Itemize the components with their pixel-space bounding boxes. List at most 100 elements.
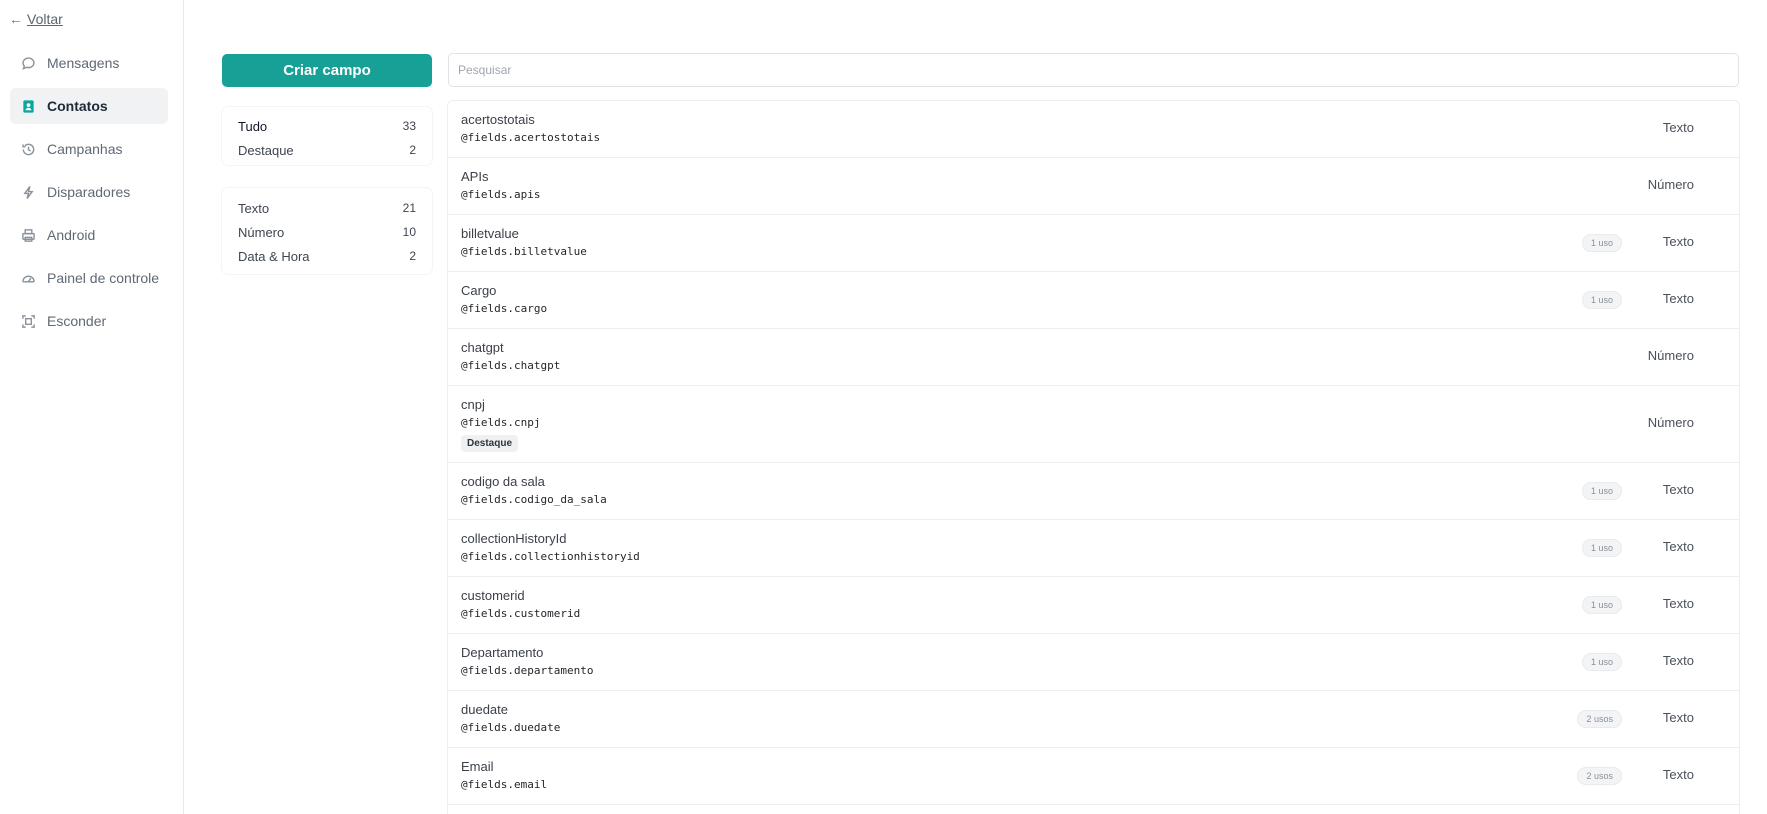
sidebar-item-esconder[interactable]: Esconder: [10, 303, 168, 339]
filter-label: Data & Hora: [238, 248, 310, 264]
search-input[interactable]: [448, 53, 1739, 87]
filter-count: 2: [409, 249, 416, 263]
field-name: Departamento: [461, 645, 544, 660]
table-row[interactable]: billetvalue @fields.billetvalue 1 uso Te…: [448, 215, 1739, 272]
field-type: Número: [1647, 415, 1694, 430]
field-name: Email: [461, 759, 494, 774]
field-type: Texto: [1662, 291, 1694, 306]
table-row[interactable]: cnpj @fields.cnpj Destaque Número: [448, 386, 1739, 463]
sidebar-item-painel-de-controle[interactable]: Painel de controle: [10, 260, 168, 296]
field-name: acertostotais: [461, 112, 535, 127]
field-type: Número: [1647, 177, 1694, 192]
field-key: @fields.departamento: [461, 664, 594, 677]
filter-group-types: Texto 21 Número 10 Data & Hora 2: [222, 188, 432, 274]
field-key: @fields.customerid: [461, 607, 581, 620]
field-type: Texto: [1662, 596, 1694, 611]
field-name: chatgpt: [461, 340, 504, 355]
field-key: @fields.duedate: [461, 721, 561, 734]
usage-badge: 1 uso: [1581, 539, 1622, 557]
sidebar-item-campanhas[interactable]: Campanhas: [10, 131, 168, 167]
table-row[interactable]: Cargo @fields.cargo 1 uso Texto: [448, 272, 1739, 329]
field-name: duedate: [461, 702, 508, 717]
create-field-button[interactable]: Criar campo: [222, 54, 432, 87]
printer-device-icon: [20, 227, 36, 243]
field-type: Texto: [1662, 120, 1694, 135]
usage-badge: 2 usos: [1577, 710, 1622, 728]
sidebar-nav: Mensagens Contatos Campanhas Disparadore…: [10, 45, 168, 346]
field-key: @fields.email: [461, 778, 548, 791]
contact-card-icon: [20, 98, 36, 114]
sidebar-item-label: Painel de controle: [47, 270, 160, 286]
sidebar-item-contatos[interactable]: Contatos: [10, 88, 168, 124]
back-link[interactable]: ← Voltar: [9, 11, 63, 27]
field-name: cnpj: [461, 397, 485, 412]
highlight-tag: Destaque: [461, 435, 519, 452]
sidebar-item-android[interactable]: Android: [10, 217, 168, 253]
field-type: Texto: [1662, 539, 1694, 554]
table-row[interactable]: Departamento @fields.departamento 1 uso …: [448, 634, 1739, 691]
field-type: Número: [1647, 348, 1694, 363]
field-key: @fields.cnpj: [461, 416, 541, 429]
usage-badge: 2 usos: [1577, 767, 1622, 785]
field-key: @fields.acertostotais: [461, 131, 601, 144]
sidebar-item-mensagens[interactable]: Mensagens: [10, 45, 168, 81]
filter-label: Tudo: [238, 118, 268, 134]
usage-badge: 1 uso: [1581, 596, 1622, 614]
usage-badge: 1 uso: [1581, 482, 1622, 500]
filter-count: 21: [402, 201, 416, 215]
filter-item-numero[interactable]: Número 10: [238, 220, 416, 244]
filter-item-texto[interactable]: Texto 21: [238, 196, 416, 220]
filter-group-highlights: Tudo 33 Destaque 2: [222, 107, 432, 165]
field-key: @fields.collectionhistoryid: [461, 550, 640, 563]
table-row[interactable]: chatgpt @fields.chatgpt Número: [448, 329, 1739, 386]
sidebar-item-label: Android: [47, 227, 96, 243]
back-label: Voltar: [27, 11, 63, 27]
table-row[interactable]: APIs @fields.apis Número: [448, 158, 1739, 215]
filter-count: 2: [409, 143, 416, 157]
field-key: @fields.chatgpt: [461, 359, 561, 372]
filter-label: Texto: [238, 200, 270, 216]
sidebar-item-label: Mensagens: [47, 55, 120, 71]
filter-label: Número: [238, 224, 285, 240]
filter-count: 10: [402, 225, 416, 239]
usage-badge: 1 uso: [1581, 291, 1622, 309]
filter-item-tudo[interactable]: Tudo 33: [238, 114, 416, 138]
field-name: billetvalue: [461, 226, 519, 241]
table-row[interactable]: Email @fields.email 2 usos Texto: [448, 748, 1739, 805]
sidebar-item-disparadores[interactable]: Disparadores: [10, 174, 168, 210]
field-name: customerid: [461, 588, 525, 603]
sidebar-item-label: Contatos: [47, 98, 108, 114]
field-type: Texto: [1662, 653, 1694, 668]
back-arrow-icon: ←: [9, 11, 23, 27]
field-key: @fields.billetvalue: [461, 245, 587, 258]
field-name: Cargo: [461, 283, 497, 298]
usage-badge: 1 uso: [1581, 234, 1622, 252]
filter-item-destaque[interactable]: Destaque 2: [238, 138, 416, 162]
filter-item-data-hora[interactable]: Data & Hora 2: [238, 244, 416, 268]
field-key: @fields.apis: [461, 188, 541, 201]
field-key: @fields.codigo_da_sala: [461, 493, 607, 506]
usage-badge: 1 uso: [1581, 653, 1622, 671]
sidebar: ← Voltar Mensagens Contatos Campanhas Di…: [0, 0, 184, 814]
field-key: @fields.cargo: [461, 302, 548, 315]
field-type: Texto: [1662, 767, 1694, 782]
table-row[interactable]: customerid @fields.customerid 1 uso Text…: [448, 577, 1739, 634]
filter-count: 33: [402, 119, 416, 133]
table-row[interactable]: collectionHistoryId @fields.collectionhi…: [448, 520, 1739, 577]
sidebar-item-label: Campanhas: [47, 141, 123, 157]
gauge-icon: [20, 270, 36, 286]
field-type: Texto: [1662, 710, 1694, 725]
fields-list: acertostotais @fields.acertostotais Text…: [447, 100, 1740, 814]
field-name: APIs: [461, 169, 489, 184]
lightning-icon: [20, 184, 36, 200]
table-row[interactable]: acertostotais @fields.acertostotais Text…: [448, 101, 1739, 158]
sidebar-item-label: Disparadores: [47, 184, 131, 200]
field-name: collectionHistoryId: [461, 531, 567, 546]
table-row[interactable]: codigo da sala @fields.codigo_da_sala 1 …: [448, 463, 1739, 520]
history-icon: [20, 141, 36, 157]
field-name: codigo da sala: [461, 474, 545, 489]
table-row[interactable]: duedate @fields.duedate 2 usos Texto: [448, 691, 1739, 748]
chat-bubble-icon: [20, 55, 36, 71]
field-type: Texto: [1662, 482, 1694, 497]
field-type: Texto: [1662, 234, 1694, 249]
